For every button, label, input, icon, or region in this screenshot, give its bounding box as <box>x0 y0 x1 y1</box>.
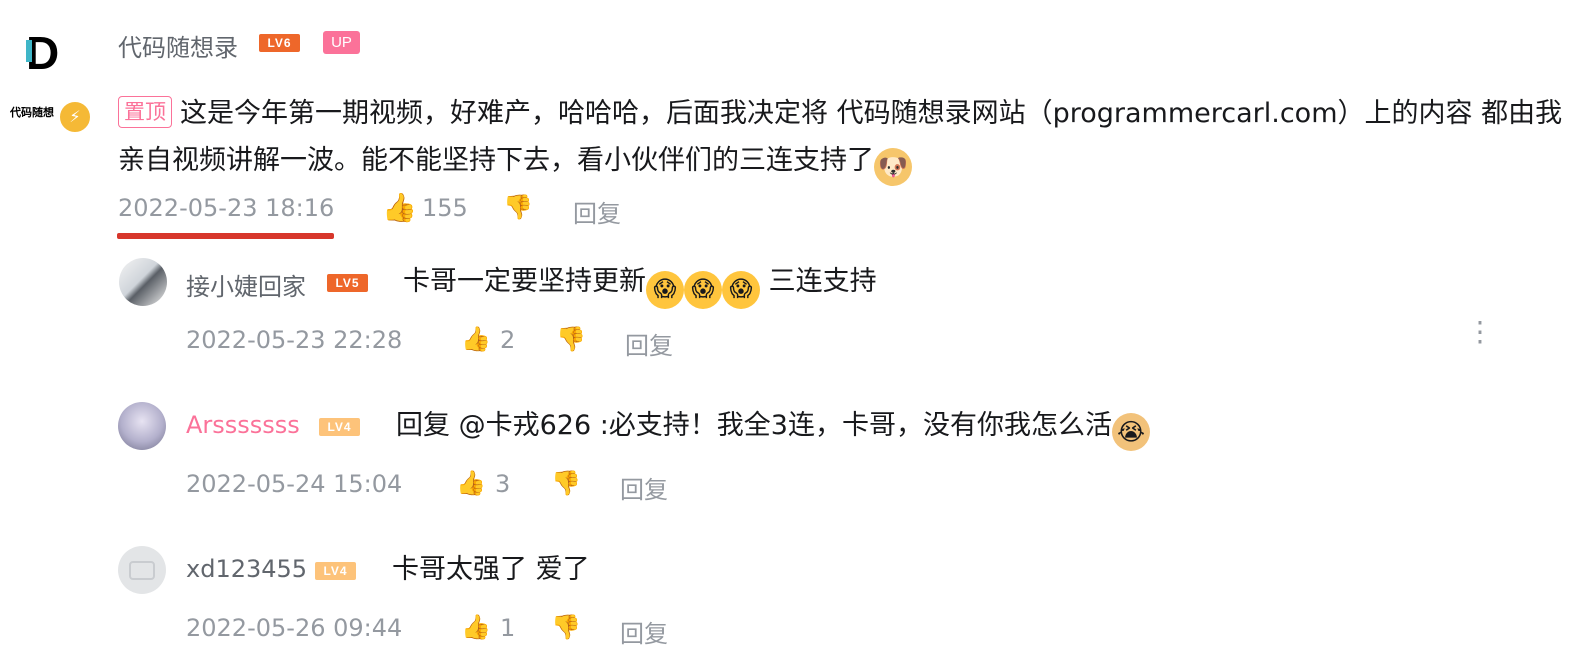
crying-dog-emoji-icon: 😭 <box>1111 413 1150 451</box>
reply-text: 卡哥太强了 爱了 <box>392 554 590 585</box>
reply-text: 卡哥一定要坚持更新 😱 😱 😱 三连支持 <box>403 262 877 309</box>
avatar[interactable] <box>119 258 167 306</box>
main-like-count: 155 <box>422 194 468 222</box>
avatar[interactable] <box>118 402 166 450</box>
dog-emoji-icon: 🐶 <box>874 148 912 186</box>
shocked-emoji-icon: 😱 <box>684 271 722 309</box>
reply-button[interactable]: 回复 <box>625 326 673 361</box>
thumbs-down-icon[interactable]: 👎 <box>551 613 581 641</box>
thumbs-up-icon[interactable]: 👍 <box>456 469 486 497</box>
reply-text-part: 卡哥一定要坚持更新 <box>403 266 646 297</box>
level-badge: LV5 <box>327 274 368 292</box>
thumbs-down-icon[interactable]: 👎 <box>556 325 586 353</box>
reply-time: 2022-05-23 22:28 <box>186 326 403 354</box>
main-comment-text: 这是今年第一期视频，好难产，哈哈哈，后面我决定将 代码随想录网站（program… <box>118 98 1563 176</box>
reply-like-count: 1 <box>500 614 516 642</box>
red-underline-annotation <box>117 233 334 239</box>
reply-text-part: 回复 @卡戎626 :必支持！我全3连，卡哥，没有你我怎么活 <box>396 410 1112 441</box>
thumbs-up-icon[interactable]: 👍 <box>461 325 491 353</box>
main-reply-button[interactable]: 回复 <box>573 194 621 229</box>
reply-like-count: 3 <box>495 470 511 498</box>
thumbs-down-icon[interactable]: 👎 <box>551 469 581 497</box>
avatar[interactable] <box>118 546 166 594</box>
main-username[interactable]: 代码随想录 <box>118 28 238 63</box>
level-badge: LV4 <box>319 418 360 436</box>
shocked-emoji-icon: 😱 <box>646 271 684 309</box>
reply-username[interactable]: 接小婕回家 <box>186 267 306 302</box>
thumbs-up-icon[interactable]: 👍 <box>461 613 491 641</box>
reply-username[interactable]: Arsssssss <box>186 411 300 439</box>
avatar-logo-text: 代码随想 <box>10 106 54 119</box>
main-avatar[interactable]: D 代码随想 ⚡ <box>4 22 92 134</box>
pinned-tag: 置顶 <box>118 96 172 128</box>
shocked-emoji-icon: 😱 <box>722 271 760 309</box>
default-avatar-icon <box>129 561 155 580</box>
reply-like-count: 2 <box>500 326 516 354</box>
thumbs-down-icon[interactable]: 👎 <box>503 193 533 221</box>
reply-button[interactable]: 回复 <box>620 470 668 505</box>
reply-text-part: 三连支持 <box>760 266 877 297</box>
avatar-logo-letter: D <box>26 27 60 79</box>
reply-button[interactable]: 回复 <box>620 614 668 649</box>
more-options-icon[interactable]: ⋮ <box>1466 318 1494 346</box>
reply-username[interactable]: xd123455 <box>186 555 307 583</box>
main-comment-time: 2022-05-23 18:16 <box>118 194 335 222</box>
reply-time: 2022-05-24 15:04 <box>186 470 403 498</box>
lightning-icon: ⚡ <box>58 100 92 134</box>
level-badge: LV4 <box>315 562 356 580</box>
thumbs-up-icon[interactable]: 👍 <box>382 191 417 224</box>
main-comment-content: 置顶 这是今年第一期视频，好难产，哈哈哈，后面我决定将 代码随想录网站（progr… <box>118 90 1568 186</box>
reply-text: 回复 @卡戎626 :必支持！我全3连，卡哥，没有你我怎么活 😭 <box>396 406 1150 451</box>
level-badge: LV6 <box>259 34 300 52</box>
up-badge: UP <box>323 31 360 54</box>
reply-time: 2022-05-26 09:44 <box>186 614 403 642</box>
